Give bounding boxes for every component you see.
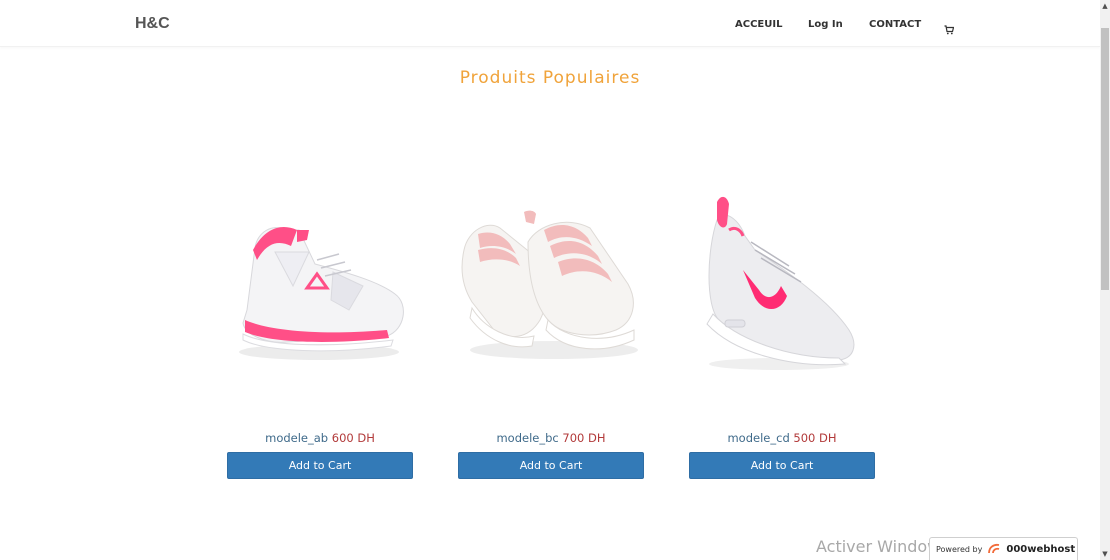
navbar: H&C ACCEUIL Log In CONTACT bbox=[0, 0, 1100, 47]
scroll-down-arrow-icon[interactable]: ▼ bbox=[1100, 548, 1110, 560]
product-image[interactable] bbox=[458, 190, 644, 390]
add-to-cart-button[interactable]: Add to Cart bbox=[689, 452, 875, 479]
webhost-logo-icon bbox=[988, 543, 1000, 554]
product-price: 700 DH bbox=[562, 431, 606, 445]
add-to-cart-button[interactable]: Add to Cart bbox=[227, 452, 413, 479]
product-card: modele_cd 500 DH Add to Cart bbox=[689, 190, 875, 479]
product-caption: modele_ab 600 DH bbox=[207, 431, 433, 445]
product-name: modele_cd bbox=[727, 431, 790, 445]
hosting-badge[interactable]: Powered by 000webhost bbox=[929, 537, 1078, 560]
nav-link-contact[interactable]: CONTACT bbox=[869, 19, 921, 30]
product-image[interactable] bbox=[689, 190, 875, 390]
section-title: Produits Populaires bbox=[459, 68, 641, 88]
scrollbar[interactable]: ▲ ▼ bbox=[1100, 0, 1110, 560]
scroll-up-arrow-icon[interactable]: ▲ bbox=[1100, 0, 1110, 12]
product-card: modele_ab 600 DH Add to Cart bbox=[227, 190, 413, 479]
product-price: 500 DH bbox=[793, 431, 837, 445]
product-card: modele_bc 700 DH Add to Cart bbox=[458, 190, 644, 479]
nav-link-login[interactable]: Log In bbox=[808, 19, 843, 30]
product-caption: modele_bc 700 DH bbox=[438, 431, 664, 445]
product-caption: modele_cd 500 DH bbox=[669, 431, 895, 445]
product-name: modele_ab bbox=[265, 431, 329, 445]
badge-brand: 000webhost bbox=[1006, 543, 1076, 555]
scroll-thumb[interactable] bbox=[1101, 28, 1109, 290]
cart-icon[interactable] bbox=[944, 20, 955, 35]
product-image[interactable] bbox=[227, 190, 413, 390]
product-name: modele_bc bbox=[496, 431, 559, 445]
brand-logo[interactable]: H&C bbox=[135, 15, 170, 33]
add-to-cart-button[interactable]: Add to Cart bbox=[458, 452, 644, 479]
nav-link-acceuil[interactable]: ACCEUIL bbox=[735, 19, 782, 30]
product-price: 600 DH bbox=[331, 431, 375, 445]
badge-prefix: Powered by bbox=[936, 544, 983, 554]
